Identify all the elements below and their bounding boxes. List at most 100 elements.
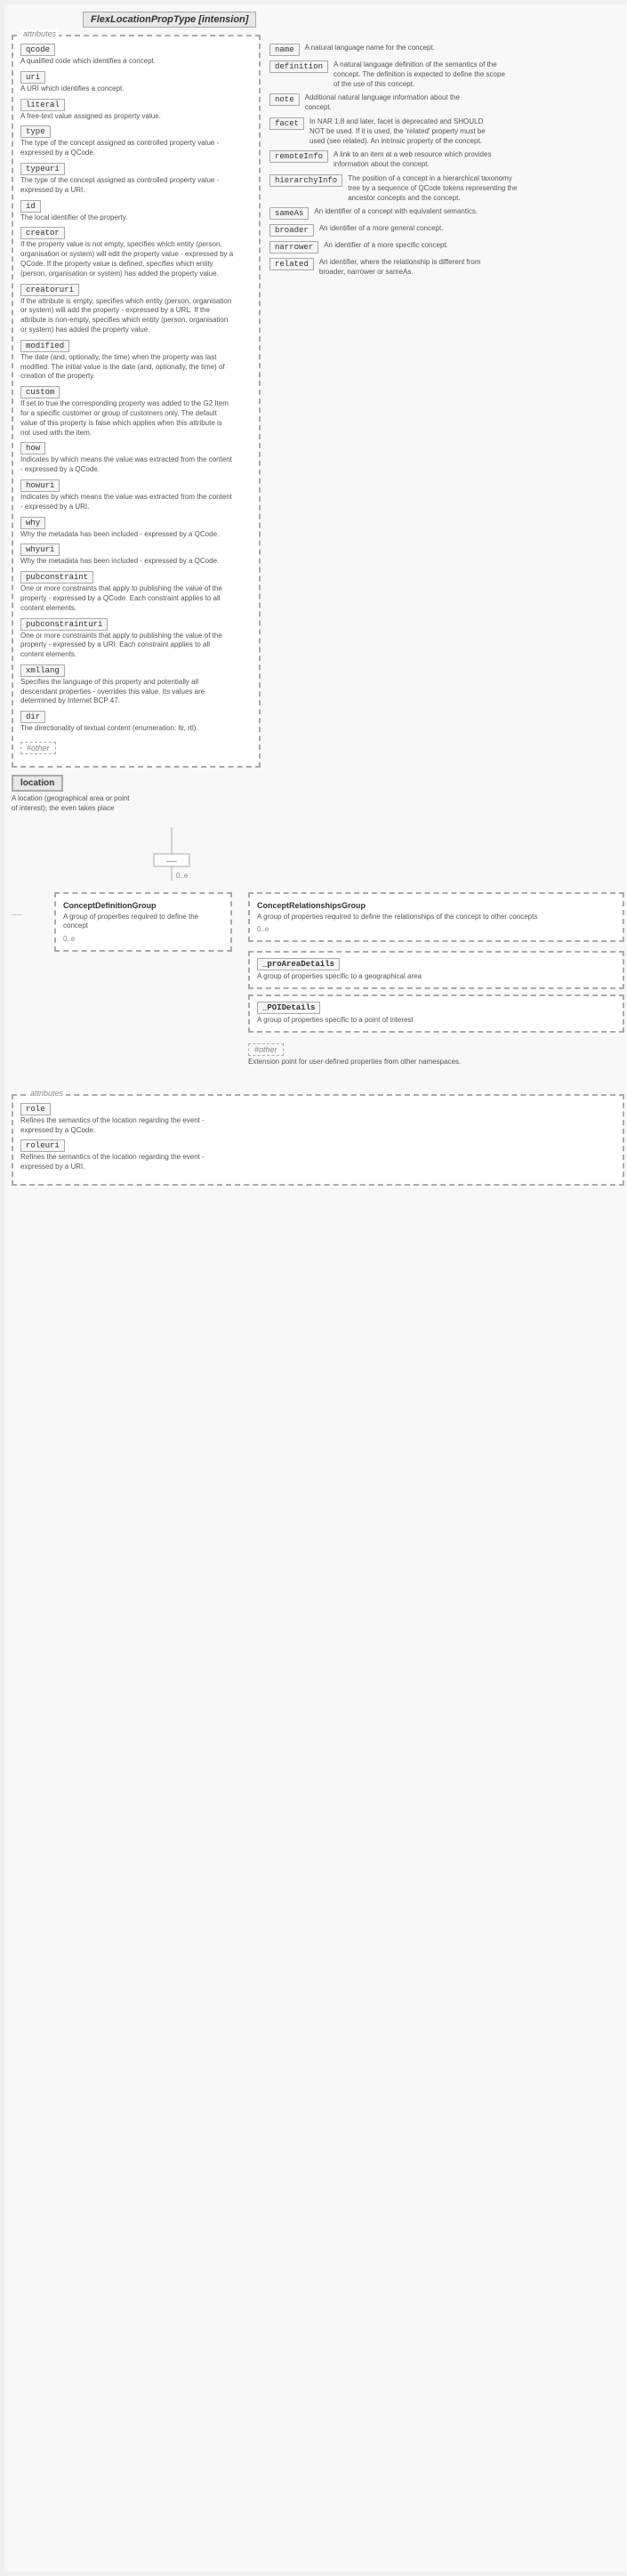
attr-desc-howuri: Indicates by which means the value was e…	[20, 493, 234, 512]
right-panel: name A natural language name for the con…	[269, 35, 624, 814]
bottom-attr-tag-role: role	[20, 1103, 51, 1115]
location-tag: location	[12, 775, 63, 792]
attr-desc-whyuri: Why the metadata has been included - exp…	[20, 557, 234, 567]
attr-row-id: id The local identifier of the property.	[20, 200, 252, 223]
prop-desc-hierarchyInfo: The position of a concept in a hierarchi…	[348, 174, 526, 203]
any-other-right-desc: Extension point for user-defined propert…	[248, 1058, 624, 1067]
attr-desc-type: The type of the concept assigned as cont…	[20, 139, 234, 158]
attr-tag-type: type	[20, 125, 51, 138]
prop-tag-remoteInfo: remoteInfo	[269, 150, 328, 163]
any-other-right-area: #other Extension point for user-defined …	[248, 1040, 624, 1067]
prop-row-narrower: narrower An identifier of a more specifi…	[269, 241, 624, 254]
attr-row-why: why Why the metadata has been included -…	[20, 517, 252, 540]
geo-area-desc: A group of properties specific to a geog…	[257, 972, 615, 982]
relationships-right-area: ConceptRelationshipsGroup A group of pro…	[239, 892, 624, 1067]
svg-text:0..e: 0..e	[176, 872, 189, 880]
attr-desc-pubconstrainturi: One or more constraints that apply to pu…	[20, 632, 234, 660]
prop-tag-related: related	[269, 258, 314, 270]
connector-svg-1: ---- 0..e	[100, 827, 545, 881]
bottom-attr-row-roleuri: roleuri Refines the semantics of the loc…	[20, 1139, 615, 1172]
sub-boxes: _proAreaDetails A group of properties sp…	[248, 951, 624, 1033]
prop-row-broader: broader An identifier of a more general …	[269, 224, 624, 237]
diagram-page: FlexLocationPropType [intension] attribu…	[4, 4, 627, 2572]
prop-desc-name: A natural language name for the concept.	[305, 44, 435, 53]
poi-name: _POIDetails	[257, 1002, 320, 1014]
attr-desc-qcode: A qualified code which identifies a conc…	[20, 57, 234, 67]
concept-rel-desc: A group of properties required to define…	[257, 913, 615, 922]
attr-tag-literal: literal	[20, 99, 65, 111]
location-block: location A location (geographical area o…	[12, 775, 261, 814]
attr-tag-whyuri: whyuri	[20, 543, 60, 556]
attr-tag-typeuri: typeuri	[20, 163, 65, 175]
attr-row-whyuri: whyuri Why the metadata has been include…	[20, 543, 252, 567]
prop-row-related: related An identifier, where the relatio…	[269, 258, 624, 278]
attr-tag-id: id	[20, 200, 41, 213]
attr-tag-creator: creator	[20, 227, 65, 239]
prop-desc-definition: A natural language definition of the sem…	[334, 60, 511, 89]
attr-desc-custom: If set to true the corresponding propert…	[20, 399, 234, 438]
bottom-attributes-label: attributes	[28, 1089, 66, 1098]
attr-desc-modified: The date (and, optionally, the time) whe…	[20, 353, 234, 382]
page-title: FlexLocationPropType [intension]	[83, 12, 256, 28]
prop-row-hierarchyInfo: hierarchyInfo The position of a concept …	[269, 174, 624, 203]
any-other-left-row: #other	[20, 738, 252, 754]
concept-def-mult: 0..e	[63, 935, 223, 943]
prop-row-sameAs: sameAs An identifier of a concept with e…	[269, 207, 624, 220]
attr-desc-why: Why the metadata has been included - exp…	[20, 530, 234, 540]
attr-row-custom: custom If set to true the corresponding …	[20, 386, 252, 438]
bottom-attr-desc-role: Refines the semantics of the location re…	[20, 1116, 234, 1136]
attr-tag-custom: custom	[20, 386, 60, 398]
bottom-attr-row-role: role Refines the semantics of the locati…	[20, 1103, 615, 1136]
attr-desc-how: Indicates by which means the value was e…	[20, 455, 234, 475]
attr-tag-uri: uri	[20, 71, 45, 84]
prop-desc-sameAs: An identifier of a concept with equivale…	[314, 207, 478, 217]
attr-row-pubconstraint: pubconstraint One or more constraints th…	[20, 571, 252, 613]
prop-desc-narrower: An identifier of a more specific concept…	[324, 241, 448, 251]
attr-tag-pubconstraint: pubconstraint	[20, 571, 93, 584]
attr-desc-creatoruri: If the attribute is empty, specifies whi…	[20, 297, 234, 335]
attr-tag-why: why	[20, 517, 45, 529]
prop-tag-definition: definition	[269, 60, 328, 73]
prop-tag-broader: broader	[269, 224, 314, 237]
attr-row-uri: uri A URI which identifies a concept.	[20, 71, 252, 94]
prop-tag-note: note	[269, 93, 300, 106]
prop-desc-broader: An identifier of a more general concept.	[319, 224, 444, 234]
attr-desc-id: The local identifier of the property.	[20, 213, 234, 223]
any-other-left: #other	[20, 742, 56, 754]
attr-desc-xmllang: Specifies the language of this property …	[20, 678, 234, 706]
prop-desc-related: An identifier, where the relationship is…	[319, 258, 497, 278]
attr-row-howuri: howuri Indicates by which means the valu…	[20, 479, 252, 512]
spacer-left: ----	[12, 892, 47, 919]
attr-row-qcode: qcode A qualified code which identifies …	[20, 44, 252, 67]
bottom-attr-desc-roleuri: Refines the semantics of the location re…	[20, 1153, 234, 1172]
bottom-attr-tag-roleuri: roleuri	[20, 1139, 65, 1152]
diagram-outer: FlexLocationPropType [intension] attribu…	[0, 0, 627, 2576]
attr-desc-pubconstraint: One or more constraints that apply to pu…	[20, 584, 234, 613]
prop-desc-remoteInfo: A link to an item at a web resource whic…	[334, 150, 511, 170]
bottom-attrs-box: attributes role Refines the semantics of…	[12, 1094, 624, 1186]
attr-tag-howuri: howuri	[20, 479, 60, 492]
prop-tag-hierarchyInfo: hierarchyInfo	[269, 174, 342, 187]
prop-tag-sameAs: sameAs	[269, 207, 309, 220]
title-area: FlexLocationPropType [intension]	[12, 12, 624, 28]
connector-area-1: ---- 0..e	[100, 827, 624, 883]
prop-desc-facet: In NAR 1.8 and later, facet is deprecate…	[309, 117, 487, 146]
concept-rel-mult: 0..e	[257, 925, 615, 933]
attr-desc-creator: If the property value is not empty, spec…	[20, 240, 234, 278]
attr-row-dir: dir The directionality of textual conten…	[20, 711, 252, 734]
attr-row-modified: modified The date (and, optionally, the …	[20, 340, 252, 382]
attributes-container: qcode A qualified code which identifies …	[20, 44, 252, 734]
prop-tag-name: name	[269, 44, 300, 56]
concept-section: ---- ConceptDefinitionGroup A group of p…	[12, 892, 624, 1067]
attr-row-creatoruri: creatoruri If the attribute is empty, sp…	[20, 284, 252, 335]
prop-row-remoteInfo: remoteInfo A link to an item at a web re…	[269, 150, 624, 170]
attr-tag-creatoruri: creatoruri	[20, 284, 79, 296]
attr-tag-how: how	[20, 442, 45, 455]
attr-desc-literal: A free-text value assigned as property v…	[20, 112, 234, 122]
prop-tag-facet: facet	[269, 117, 304, 130]
concept-def-title: ConceptDefinitionGroup	[63, 901, 223, 910]
attr-tag-dir: dir	[20, 711, 45, 723]
props-container: name A natural language name for the con…	[269, 35, 624, 278]
attr-row-type: type The type of the concept assigned as…	[20, 125, 252, 158]
attributes-box: attributes qcode A qualified code which …	[12, 35, 261, 768]
